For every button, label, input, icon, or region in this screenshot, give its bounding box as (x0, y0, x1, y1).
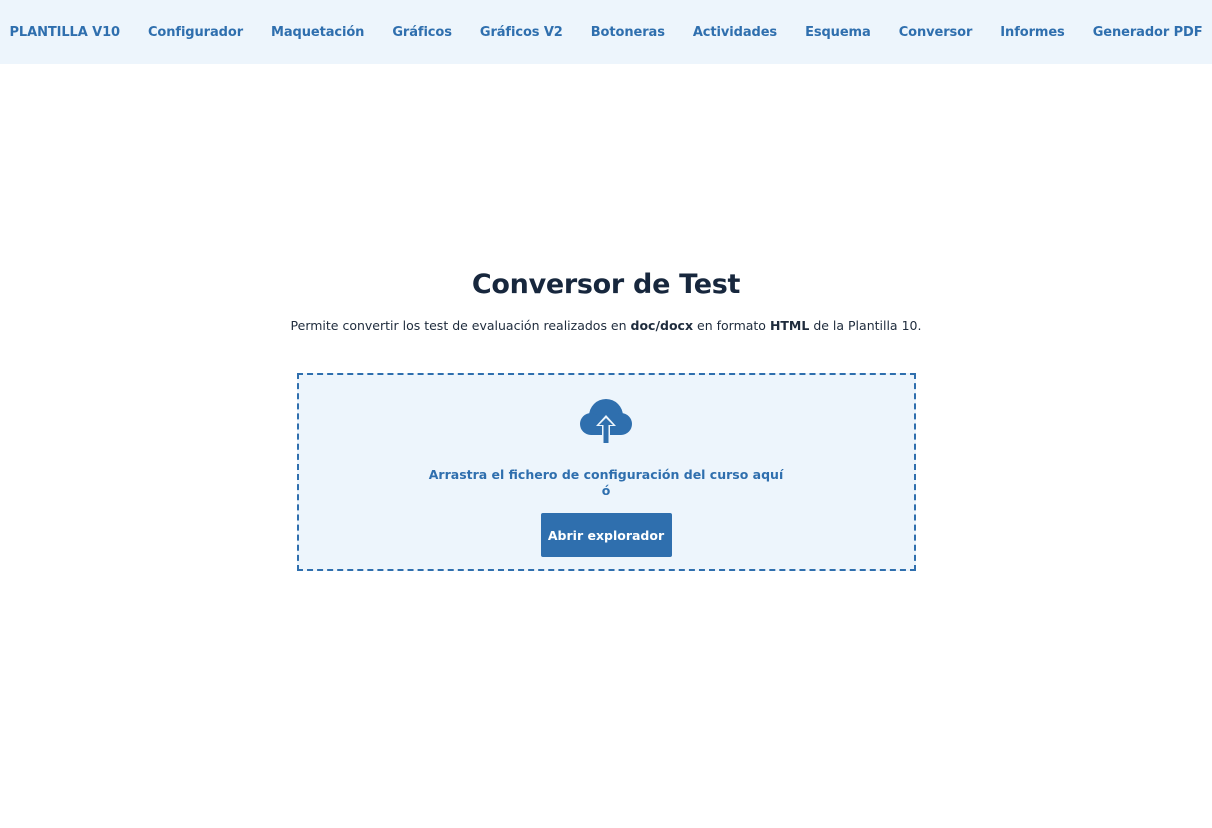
nav-item-esquema[interactable]: Esquema (805, 25, 871, 40)
cloud-upload-icon (580, 399, 632, 443)
nav-item-botoneras[interactable]: Botoneras (591, 25, 665, 40)
nav-menu: PLANTILLA V10 Configurador Maquetación G… (0, 25, 1212, 40)
nav-item-plantilla-v10[interactable]: PLANTILLA V10 (10, 25, 121, 40)
output-format: HTML (769, 318, 810, 333)
page-description: Permite convertir los test de evaluación… (291, 318, 922, 333)
dropzone-or-text: ó (601, 483, 611, 498)
nav-item-graficos[interactable]: Gráficos (392, 25, 452, 40)
nav-item-informes[interactable]: Informes (1000, 25, 1064, 40)
nav-item-actividades[interactable]: Actividades (693, 25, 777, 40)
input-format: doc/docx (630, 318, 694, 333)
nav-item-generador-pdf[interactable]: Generador PDF (1093, 25, 1203, 40)
dropzone-text: Arrastra el fichero de configuración del… (428, 467, 784, 482)
nav-item-conversor[interactable]: Conversor (899, 25, 973, 40)
description-part-1: Permite convertir los test de evaluación… (290, 318, 631, 333)
top-navigation: PLANTILLA V10 Configurador Maquetación G… (0, 0, 1212, 64)
page-title: Conversor de Test (471, 269, 741, 300)
description-part-3: de la Plantilla 10. (809, 318, 922, 333)
open-explorer-button[interactable]: Abrir explorador (540, 513, 672, 557)
dropzone-instructions: Arrastra el fichero de configuración del… (429, 467, 783, 499)
nav-item-configurador[interactable]: Configurador (148, 25, 243, 40)
file-dropzone[interactable]: Arrastra el fichero de configuración del… (296, 373, 916, 571)
description-part-2: en formato (693, 318, 770, 333)
main-content: Conversor de Test Permite convertir los … (0, 64, 1212, 571)
nav-item-maquetacion[interactable]: Maquetación (271, 25, 364, 40)
nav-item-graficos-v2[interactable]: Gráficos V2 (480, 25, 563, 40)
